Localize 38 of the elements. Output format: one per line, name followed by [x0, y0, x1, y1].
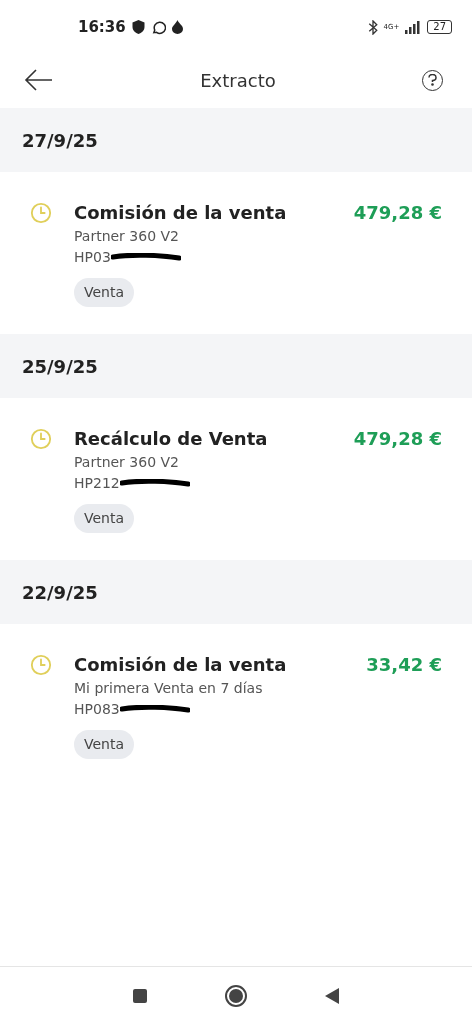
home-button[interactable]	[225, 984, 247, 1007]
date-header: 25/9/25	[0, 334, 472, 398]
transaction-amount: 479,28 €	[353, 428, 442, 450]
clock-icon	[30, 654, 52, 676]
back-arrow-icon	[24, 69, 54, 91]
redaction-mark	[119, 479, 190, 488]
question-icon	[428, 74, 437, 86]
product-name: Mi primera Venta en 7 días	[74, 679, 264, 698]
date-header: 27/9/25	[0, 108, 472, 172]
back-button[interactable]	[24, 69, 54, 91]
bluetooth-icon	[367, 19, 378, 35]
transaction-amount: 33,42 €	[366, 654, 442, 676]
signal-icon	[405, 20, 422, 34]
transaction-title: Recálculo de Venta	[74, 428, 268, 450]
redaction-mark	[110, 253, 181, 262]
clock-icon	[30, 428, 52, 450]
product-name: Partner 360 V2	[74, 453, 180, 472]
battery-indicator: 27	[427, 20, 452, 34]
back-nav-button[interactable]	[325, 987, 339, 1004]
transaction-title: Comisión de la venta	[74, 202, 287, 224]
product-name: Partner 360 V2	[74, 227, 180, 246]
recents-button[interactable]	[133, 988, 147, 1003]
page-title: Extracto	[200, 68, 276, 93]
reference-code: HP083	[74, 700, 120, 719]
transaction-title: Comisión de la venta	[74, 654, 287, 676]
reference-code: HP212	[74, 474, 120, 493]
triangle-icon	[325, 987, 339, 1004]
redaction-mark	[119, 705, 190, 714]
category-tag: Venta	[74, 730, 135, 759]
chat-icon	[150, 19, 166, 35]
date-header: 22/9/25	[0, 560, 472, 624]
status-time: 16:36	[78, 16, 126, 38]
category-tag: Venta	[74, 504, 135, 533]
clock-icon	[30, 202, 52, 224]
shield-icon	[131, 20, 145, 34]
reference-code: HP03	[74, 248, 111, 267]
category-tag: Venta	[74, 278, 135, 307]
transaction-amount: 479,28 €	[353, 202, 442, 224]
